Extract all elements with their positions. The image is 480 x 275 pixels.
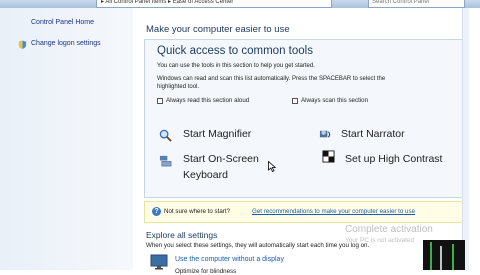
quick-access-title: Quick access to common tools <box>157 45 313 57</box>
vertical-scrollbar[interactable] <box>462 8 469 270</box>
start-narrator-button[interactable]: Start Narrator <box>341 127 405 142</box>
start-on-screen-keyboard-label[interactable]: Keyboard <box>183 168 228 183</box>
keyboard-icon <box>159 155 172 167</box>
watermark-subtitle: Your PC is not activated <box>345 237 415 244</box>
watermark-title: Complete activation <box>345 224 433 235</box>
video-overlay <box>423 240 465 270</box>
optimize-blindness-text: Optimize for blindness <box>175 268 237 275</box>
quick-access-panel: Quick access to common tools You can use… <box>144 39 463 198</box>
set-up-high-contrast-button[interactable]: Set up High Contrast <box>345 152 442 167</box>
mouse-cursor-icon <box>268 161 276 172</box>
narrator-icon <box>319 130 331 138</box>
chart-overlay-icon <box>430 242 454 270</box>
breadcrumb[interactable]: ▸ All Control Panel Items ▸ Ease of Acce… <box>96 0 332 8</box>
quick-access-instructions: Windows can read and scan this list auto… <box>157 76 386 82</box>
magnifier-icon <box>159 129 172 142</box>
sidebar: Control Panel Home Change logon settings <box>0 8 133 270</box>
start-on-screen-keyboard-button[interactable]: Start On-Screen <box>183 152 259 167</box>
monitor-icon <box>150 254 168 270</box>
use-without-display-link[interactable]: Use the computer without a display <box>175 256 284 263</box>
recommendation-bar: ? Not sure where to start? Get recommend… <box>144 201 463 223</box>
scan-section-label: Always scan this section <box>301 97 369 104</box>
hint-question: Not sure where to start? <box>164 208 231 215</box>
page-title: Make your computer easier to use <box>146 24 290 35</box>
quick-access-description: You can use the tools in this section to… <box>157 63 315 69</box>
explore-settings-description: When you select these settings, they wil… <box>146 242 370 249</box>
address-bar: ▸ All Control Panel Items ▸ Ease of Acce… <box>0 0 480 8</box>
shield-icon <box>18 40 27 49</box>
sidebar-item-control-panel-home[interactable]: Control Panel Home <box>31 19 94 26</box>
read-aloud-checkbox[interactable] <box>157 98 163 104</box>
high-contrast-icon <box>322 150 335 163</box>
read-aloud-label: Always read this section aloud <box>166 97 250 104</box>
get-recommendations-link[interactable]: Get recommendations to make your compute… <box>252 208 415 215</box>
explore-settings-title: Explore all settings <box>146 230 218 240</box>
activation-watermark: Complete activation Your PC is not activ… <box>345 224 433 244</box>
scan-section-checkbox[interactable] <box>292 98 298 104</box>
start-magnifier-button[interactable]: Start Magnifier <box>183 127 251 142</box>
quick-access-instructions-cont: highlighted tool. <box>157 84 200 90</box>
sidebar-item-change-logon-settings[interactable]: Change logon settings <box>31 40 101 47</box>
search-input[interactable]: Search Control Panel <box>368 0 465 8</box>
question-icon: ? <box>152 207 161 216</box>
